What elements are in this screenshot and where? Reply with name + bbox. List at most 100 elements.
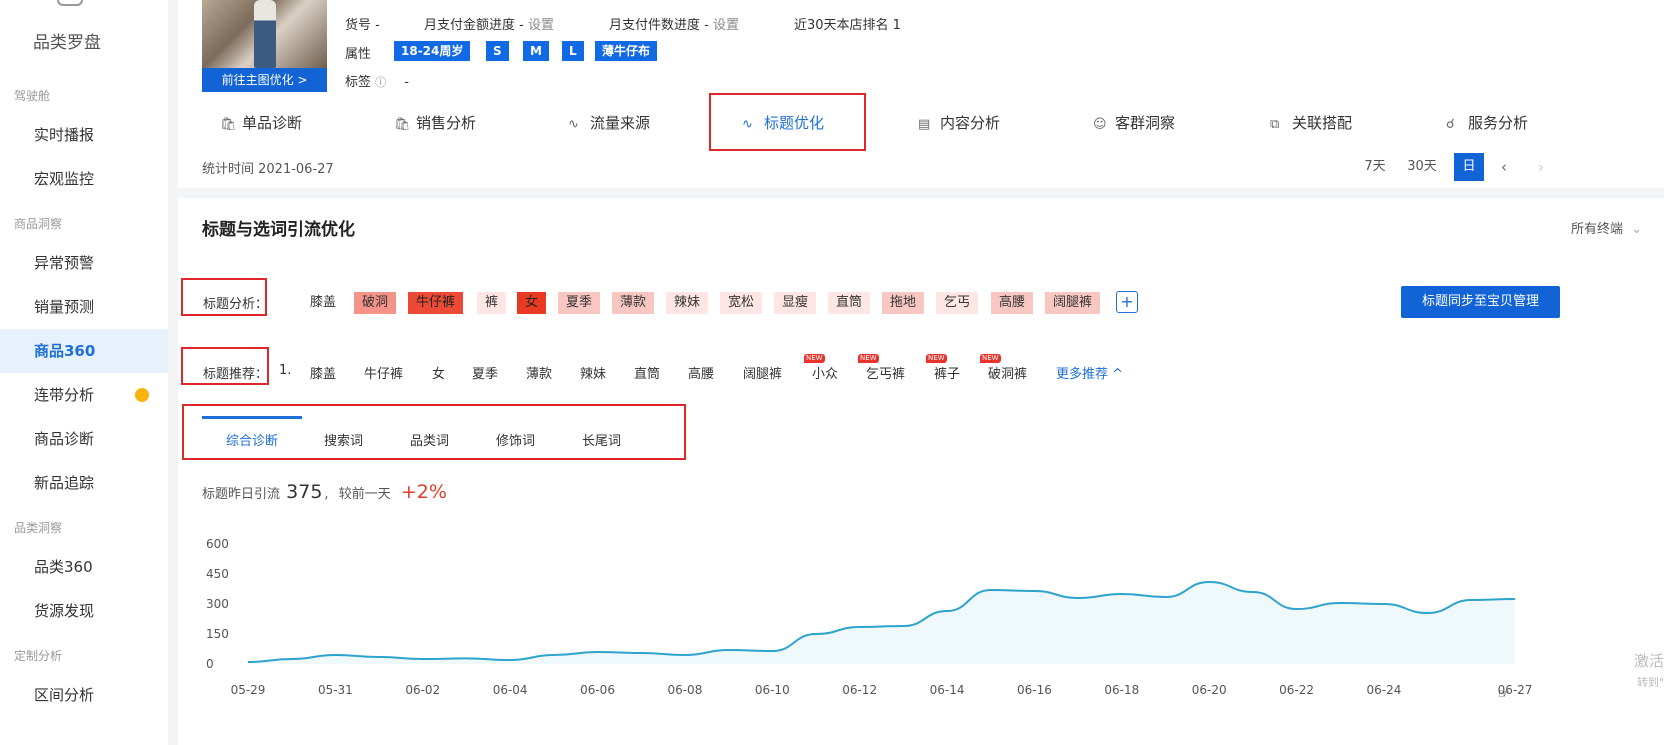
data-point[interactable] (549, 650, 559, 660)
add-keyword-button[interactable]: + (1116, 291, 1138, 313)
chevron-right-icon[interactable]: › (1538, 153, 1544, 181)
sidebar-item-macro-monitor[interactable]: 宏观监控 (0, 157, 168, 201)
more-recommend-link[interactable]: 更多推荐 ^ (1056, 363, 1123, 382)
y-tick-label: 150 (206, 627, 229, 641)
tab-sales-analysis[interactable]: 🛍 销售分析 (394, 110, 476, 136)
sidebar-item-anomaly-alert[interactable]: 异常预警 (0, 241, 168, 285)
recommend-keyword[interactable]: NEW 乞丐裤 (858, 354, 905, 382)
main-image-optimize-button[interactable]: 前往主图优化 > (202, 68, 327, 92)
monthly-amount-set-link[interactable]: 设置 (528, 18, 554, 33)
analysis-keyword[interactable]: 薄款 (612, 292, 655, 314)
tab-traffic-source[interactable]: ∿ 流量来源 (568, 110, 650, 136)
data-point[interactable] (1160, 592, 1170, 602)
data-point[interactable] (855, 622, 865, 632)
data-point[interactable] (1335, 598, 1345, 608)
data-point[interactable] (942, 606, 952, 616)
data-point[interactable] (811, 629, 821, 639)
analysis-keyword[interactable]: 显瘦 (774, 292, 817, 314)
analysis-keyword[interactable]: 宽松 (720, 292, 763, 314)
recommend-keyword[interactable]: 夏季 (472, 363, 498, 382)
data-point[interactable] (636, 648, 646, 658)
tab-content-analysis[interactable]: ▤ 内容分析 (918, 110, 1000, 136)
sidebar-item-category-360[interactable]: 品类360 (0, 545, 168, 589)
period-30d[interactable]: 30天 (1404, 153, 1440, 181)
product-thumbnail[interactable] (202, 0, 327, 70)
sidebar-item-basket-analysis[interactable]: 连带分析 (0, 373, 168, 417)
data-point[interactable] (1379, 599, 1389, 609)
attr-tag: 18-24周岁 (394, 41, 471, 61)
tab-related-matching[interactable]: ⧉ 关联搭配 (1270, 110, 1352, 136)
period-day[interactable]: 日 (1454, 153, 1484, 181)
data-point[interactable] (1423, 608, 1433, 618)
tab-label: 流量来源 (590, 114, 651, 132)
analysis-keyword[interactable]: 阔腿裤 (1045, 292, 1101, 314)
data-point[interactable] (243, 657, 253, 667)
series-area (248, 582, 1515, 664)
data-point[interactable] (1073, 593, 1083, 603)
app-title: 品类罗盘 (33, 33, 101, 53)
data-point[interactable] (1466, 595, 1476, 605)
recommend-keyword[interactable]: 高腰 (688, 363, 714, 382)
data-point[interactable] (418, 654, 428, 664)
analysis-keyword[interactable]: 牛仔裤 (408, 292, 464, 314)
data-point[interactable] (461, 653, 471, 663)
data-point[interactable] (1248, 587, 1258, 597)
data-point[interactable] (593, 647, 603, 657)
data-point[interactable] (767, 646, 777, 656)
analysis-keyword[interactable]: 裤 (477, 292, 507, 314)
data-point[interactable] (1117, 589, 1127, 599)
tab-service-analysis[interactable]: ☌ 服务分析 (1446, 110, 1528, 136)
tab-audience-insight[interactable]: ☺ 客群洞察 (1093, 110, 1175, 136)
recommend-keyword[interactable]: NEW 破洞裤 (980, 354, 1027, 382)
analysis-keyword[interactable]: 乞丐 (936, 292, 979, 314)
x-tick-label: 06-02 (405, 683, 440, 697)
sidebar-item-range-analysis[interactable]: 区间分析 (0, 673, 168, 717)
recommend-keyword[interactable]: 辣妹 (580, 363, 606, 382)
data-point[interactable] (1204, 577, 1214, 587)
monthly-count-progress: 月支付件数进度 - 设置 (609, 14, 739, 33)
data-point[interactable] (374, 652, 384, 662)
terminal-filter[interactable]: 所有终端 ⌄ (1571, 218, 1642, 237)
data-point[interactable] (898, 621, 908, 631)
data-point[interactable] (1510, 594, 1520, 604)
sidebar-item-source-discovery[interactable]: 货源发现 (0, 589, 168, 633)
analysis-keyword[interactable]: 直筒 (828, 292, 871, 314)
sidebar-item-realtime[interactable]: 实时播报 (0, 113, 168, 157)
data-point[interactable] (505, 655, 515, 665)
tab-label: 单品诊断 (242, 114, 303, 132)
recommend-keyword[interactable]: NEW 裤子 (926, 354, 960, 382)
recommend-keyword[interactable]: 女 (432, 363, 445, 382)
data-point[interactable] (680, 650, 690, 660)
period-7d[interactable]: 7天 (1360, 153, 1390, 181)
sync-title-button[interactable]: 标题同步至宝贝管理 (1401, 286, 1560, 318)
recommend-keyword[interactable]: 阔腿裤 (743, 363, 782, 382)
analysis-keyword[interactable]: 拖地 (882, 292, 925, 314)
chevron-left-icon[interactable]: ‹ (1501, 153, 1507, 181)
data-point[interactable] (330, 650, 340, 660)
data-point[interactable] (724, 645, 734, 655)
recommend-keyword[interactable]: NEW 小众 (804, 354, 838, 382)
tab-label: 关联搭配 (1292, 114, 1353, 132)
data-point[interactable] (287, 654, 297, 664)
data-point[interactable] (1029, 586, 1039, 596)
data-point[interactable] (1292, 604, 1302, 614)
analysis-keyword[interactable]: 女 (517, 292, 547, 314)
recommend-keyword[interactable]: 膝盖 (310, 363, 336, 382)
x-tick-label: 06-22 (1279, 683, 1314, 697)
analysis-keyword[interactable]: 辣妹 (666, 292, 709, 314)
analysis-keyword[interactable]: 破洞 (354, 292, 397, 314)
sidebar-item-product-360[interactable]: 商品360 (0, 329, 168, 373)
analysis-keyword[interactable]: 高腰 (991, 292, 1034, 314)
analysis-keyword[interactable]: 膝盖 (302, 292, 344, 314)
help-icon[interactable]: ⓘ (375, 76, 386, 89)
monthly-count-set-link[interactable]: 设置 (713, 18, 739, 33)
data-point[interactable] (986, 585, 996, 595)
recommend-keyword[interactable]: 牛仔裤 (364, 363, 403, 382)
sidebar-item-sales-forecast[interactable]: 销量预测 (0, 285, 168, 329)
recommend-keyword[interactable]: 薄款 (526, 363, 552, 382)
sidebar-item-new-product-tracking[interactable]: 新品追踪 (0, 461, 168, 505)
recommend-keyword[interactable]: 直筒 (634, 363, 660, 382)
tab-item-diagnosis[interactable]: 🛍 单品诊断 (220, 110, 302, 136)
sidebar-item-product-diagnosis[interactable]: 商品诊断 (0, 417, 168, 461)
analysis-keyword[interactable]: 夏季 (558, 292, 601, 314)
